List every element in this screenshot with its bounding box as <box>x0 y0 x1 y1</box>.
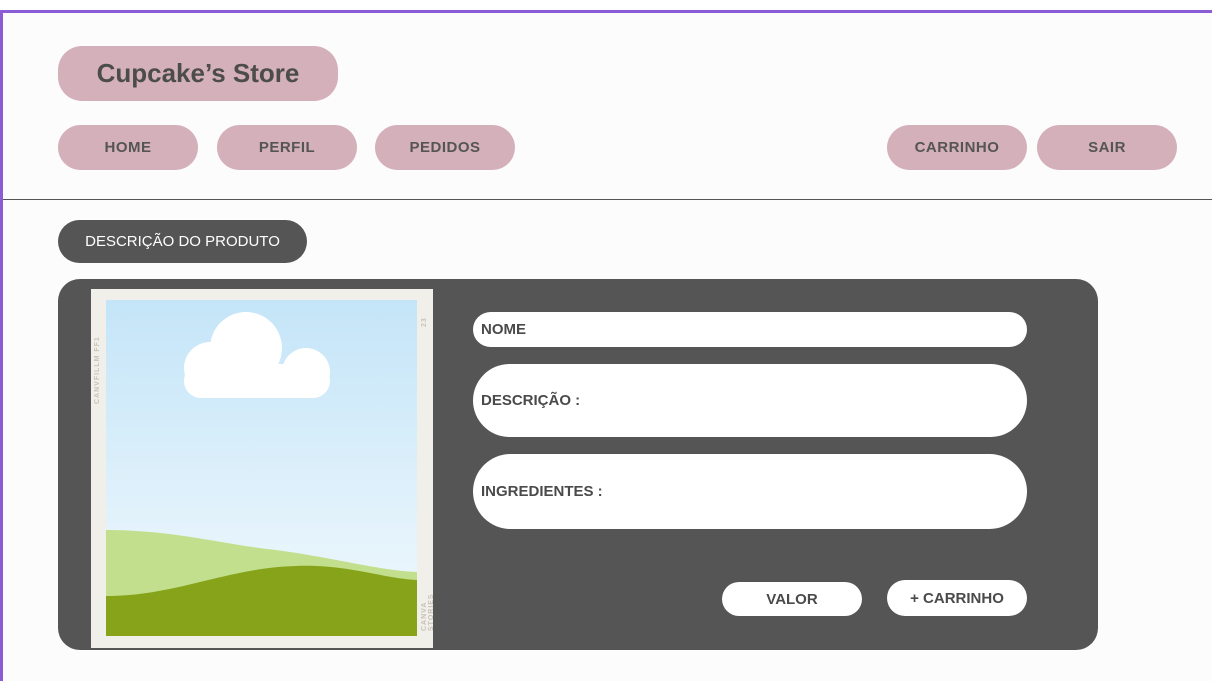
header-divider <box>3 199 1212 200</box>
nav-pedidos-button[interactable]: PEDIDOS <box>375 125 515 170</box>
add-to-cart-button[interactable]: + CARRINHO <box>887 580 1027 616</box>
section-title: DESCRIÇÃO DO PRODUTO <box>58 220 307 263</box>
film-label-top-right: 23 <box>421 317 428 327</box>
product-name-field[interactable]: NOME <box>473 312 1027 347</box>
landscape-image-icon <box>106 300 417 636</box>
product-description-field[interactable]: DESCRIÇÃO : <box>473 364 1027 437</box>
value-button[interactable]: VALOR <box>722 582 862 616</box>
nav-perfil-button[interactable]: PERFIL <box>217 125 357 170</box>
nav-sair-button[interactable]: SAIR <box>1037 125 1177 170</box>
product-ingredients-field[interactable]: INGREDIENTES : <box>473 454 1027 529</box>
product-image-frame: CANVFILLM FF1 23 CANVA STORIES <box>91 289 435 648</box>
store-logo[interactable]: Cupcake’s Store <box>58 46 338 101</box>
film-label-left: CANVFILLM FF1 <box>94 336 101 404</box>
nav-home-button[interactable]: HOME <box>58 125 198 170</box>
nav-carrinho-button[interactable]: CARRINHO <box>887 125 1027 170</box>
film-label-bottom-right: CANVA STORIES <box>421 593 435 631</box>
